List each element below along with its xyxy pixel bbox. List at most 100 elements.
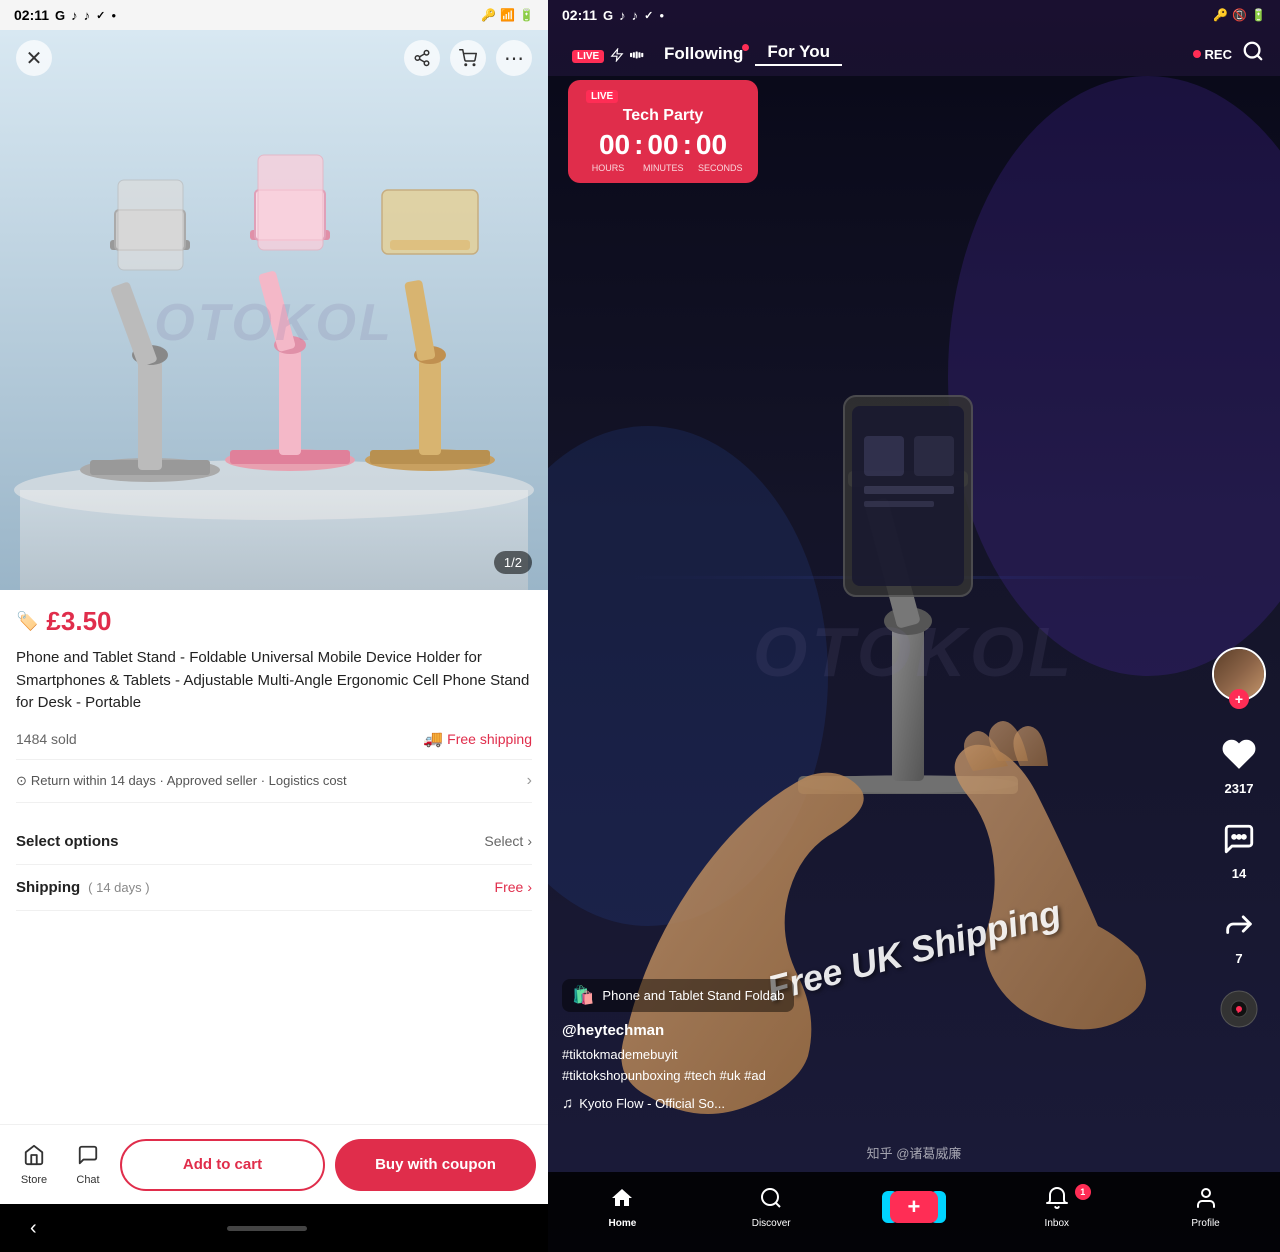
music-disc-icon: ♪ xyxy=(1216,986,1262,1032)
tiktok-icon-right1: ♪ xyxy=(619,8,626,23)
status-bar-right: 02:11 G ♪ ♪ ✓ ● 🔑 📵 🔋 xyxy=(548,0,1280,30)
shipping-cost: Free › xyxy=(495,879,532,895)
live-countdown-card[interactable]: LIVE Tech Party 00 : 00 : 00 HOURS MINUT… xyxy=(568,80,758,183)
sep1: : xyxy=(634,131,643,159)
live-badge: LIVE xyxy=(572,50,604,63)
key-icon: 🔑 xyxy=(481,8,496,22)
more-button[interactable]: ⋯ xyxy=(496,40,532,76)
hashtags: #tiktokmademebuyit #tiktokshopunboxing #… xyxy=(562,1045,1200,1087)
rec-dot xyxy=(1193,50,1201,58)
inbox-nav-item[interactable]: Inbox 1 xyxy=(1027,1186,1087,1229)
free-cost-label: Free xyxy=(495,879,524,895)
shipping-row[interactable]: Shipping ( 14 days ) Free › xyxy=(16,865,532,911)
select-chevron-icon: › xyxy=(527,833,532,849)
store-button[interactable]: Store xyxy=(12,1144,56,1186)
hours-label: HOURS xyxy=(588,163,628,173)
rec-label: REC xyxy=(1205,47,1232,62)
return-check-icon: ⊙ xyxy=(16,773,27,789)
price-tag-icon: 🏷️ xyxy=(16,611,38,632)
product-card-name: Phone and Tablet Stand Foldab xyxy=(602,988,784,1003)
seconds-value: 00 xyxy=(696,131,727,159)
home-indicator[interactable] xyxy=(227,1226,307,1231)
select-options-row[interactable]: Select options Select › xyxy=(16,819,532,865)
live-button[interactable]: LIVE xyxy=(564,46,652,63)
hours-value: 00 xyxy=(599,131,630,159)
like-button[interactable]: 2317 xyxy=(1216,731,1262,796)
shipping-days: ( 14 days ) xyxy=(88,880,149,895)
zhihu-watermark: 知乎 @诸葛威廉 xyxy=(558,1143,1270,1162)
username[interactable]: @heytechman xyxy=(562,1022,1200,1039)
shipping-icon: 🚚 xyxy=(423,729,443,749)
price-row: 🏷️ £3.50 xyxy=(16,606,532,637)
following-tab[interactable]: Following xyxy=(652,44,755,64)
status-bar-left: 02:11 G ♪ ♪ ✓ ● 🔑 📶 🔋 xyxy=(0,0,548,30)
comment-button[interactable]: 14 xyxy=(1216,816,1262,881)
like-count: 2317 xyxy=(1225,781,1254,796)
cart-button[interactable] xyxy=(450,40,486,76)
bottom-action-bar: Store Chat Add to cart Buy with coupon xyxy=(0,1124,548,1204)
profile-icon xyxy=(1194,1186,1218,1216)
seconds-unit: 00 xyxy=(696,131,727,159)
select-options-button[interactable]: Select › xyxy=(484,833,532,849)
video-bottom-info: 🛍️ Phone and Tablet Stand Foldab @heytec… xyxy=(562,979,1200,1112)
sep2: : xyxy=(683,131,692,159)
chat-button[interactable]: Chat xyxy=(66,1144,110,1186)
svg-text:OTOKOL: OTOKOL xyxy=(154,294,393,352)
music-name: Kyoto Flow - Official So... xyxy=(579,1096,725,1111)
return-arrow-icon: › xyxy=(527,772,532,790)
dot-icon: ● xyxy=(111,11,116,20)
live-card-title: Tech Party xyxy=(586,107,740,125)
sold-shipping-row: 1484 sold 🚚 Free shipping xyxy=(16,729,532,749)
battery-icon-right: 🔋 xyxy=(1251,8,1266,22)
tiktok-top-nav: LIVE Following For You REC xyxy=(548,30,1280,78)
image-counter: 1/2 xyxy=(494,551,532,574)
product-title: Phone and Tablet Stand - Foldable Univer… xyxy=(16,647,532,715)
shipping-label: Shipping ( 14 days ) xyxy=(16,879,150,896)
tiktok-bottom-nav: Home Discover + Inbox 1 Profile xyxy=(548,1172,1280,1252)
chat-icon xyxy=(77,1144,99,1172)
home-nav-item[interactable]: Home xyxy=(592,1186,652,1229)
hours-unit: 00 xyxy=(599,131,630,159)
buy-with-coupon-button[interactable]: Buy with coupon xyxy=(335,1139,536,1191)
music-info[interactable]: ♫ Kyoto Flow - Official So... xyxy=(562,1095,1200,1112)
minutes-label: MINUTES xyxy=(643,163,683,173)
seconds-label: SECONDS xyxy=(698,163,738,173)
search-button[interactable] xyxy=(1242,40,1264,68)
create-button[interactable]: + xyxy=(890,1191,938,1223)
dot-icon-right: ● xyxy=(659,11,664,20)
add-to-cart-button[interactable]: Add to cart xyxy=(120,1139,325,1191)
music-disc-button[interactable]: ♪ xyxy=(1216,986,1262,1032)
status-icons-left: 🔑 📶 🔋 xyxy=(481,8,534,22)
plus-icon: + xyxy=(908,1194,921,1220)
key-icon-right: 🔑 xyxy=(1213,8,1228,22)
back-arrow-icon[interactable]: ‹ xyxy=(30,1217,37,1240)
tiktok-icon-right2: ♪ xyxy=(632,8,639,23)
share-button-right[interactable]: 7 xyxy=(1216,901,1262,966)
return-row[interactable]: ⊙ Return within 14 days · Approved selle… xyxy=(16,759,532,803)
discover-label: Discover xyxy=(752,1218,791,1229)
share-count: 7 xyxy=(1235,951,1242,966)
profile-nav-item[interactable]: Profile xyxy=(1176,1186,1236,1229)
status-icons-right: 🔑 📵 🔋 xyxy=(1213,8,1266,22)
live-card-badge: LIVE xyxy=(586,90,740,103)
close-button[interactable]: ✕ xyxy=(16,40,52,76)
wifi-icon: 📶 xyxy=(500,8,515,22)
comment-icon xyxy=(1216,816,1262,862)
product-bag-icon: 🛍️ xyxy=(572,985,594,1006)
select-btn-label: Select xyxy=(484,833,523,849)
follow-plus-badge[interactable]: + xyxy=(1229,689,1249,709)
share-button[interactable] xyxy=(404,40,440,76)
g-icon: G xyxy=(55,8,65,23)
right-action-buttons: + 2317 14 7 xyxy=(1212,647,1266,1032)
store-label: Store xyxy=(21,1174,47,1186)
for-you-tab[interactable]: For You xyxy=(755,42,842,66)
free-uk-shipping-overlay: Free UK Shipping xyxy=(628,930,1200,972)
product-card-overlay[interactable]: 🛍️ Phone and Tablet Stand Foldab xyxy=(562,979,794,1012)
system-nav-bar-left: ‹ xyxy=(0,1204,548,1252)
top-nav-left: ✕ ⋯ xyxy=(0,30,548,86)
product-image-container: OTOKOL 1/2 xyxy=(0,30,548,590)
price: £3.50 xyxy=(46,606,111,637)
shipping-chevron-icon: › xyxy=(527,879,532,895)
product-info: 🏷️ £3.50 Phone and Tablet Stand - Foldab… xyxy=(0,590,548,1124)
discover-nav-item[interactable]: Discover xyxy=(741,1186,801,1229)
